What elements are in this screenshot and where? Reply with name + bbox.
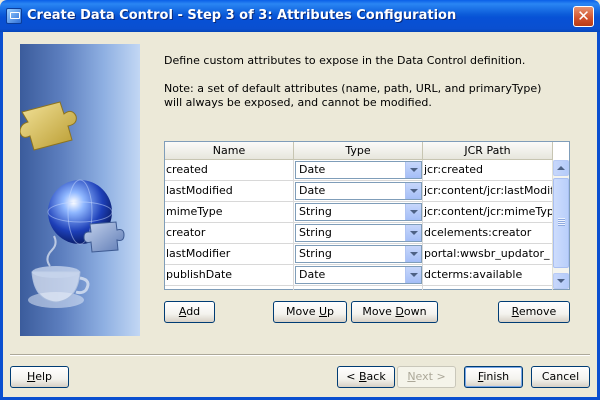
name-cell[interactable]: lastModified <box>165 181 294 202</box>
cancel-button[interactable]: Cancel <box>531 366 590 388</box>
remove-button[interactable]: Remove <box>498 301 570 323</box>
jcr-path-cell[interactable]: portal:wwsbr_updator_ <box>423 244 553 265</box>
chevron-down-icon[interactable] <box>405 204 421 220</box>
note-text-line1: Note: a set of default attributes (name,… <box>164 82 542 95</box>
wizard-side-graphic <box>20 44 140 336</box>
back-label-pre: < <box>346 370 359 383</box>
footer-separator <box>10 354 590 356</box>
jcr-path-cell[interactable]: jcr:content/jcr:mimeType <box>423 202 553 223</box>
grip-icon <box>558 218 565 226</box>
attributes-table[interactable]: Name Type JCR Path created Date jcr:crea… <box>164 141 570 290</box>
column-header-jcr-path[interactable]: JCR Path <box>423 142 553 160</box>
type-dropdown[interactable]: String <box>295 245 422 263</box>
remove-mnemonic: R <box>511 305 519 318</box>
jcr-path-cell[interactable]: jcr:created <box>423 160 553 181</box>
column-header-type[interactable]: Type <box>294 142 423 160</box>
type-value: String <box>299 247 332 260</box>
scroll-down-button[interactable] <box>553 273 569 289</box>
type-dropdown[interactable]: Date <box>295 266 422 284</box>
type-cell[interactable]: String <box>294 202 423 223</box>
type-cell[interactable]: String <box>294 223 423 244</box>
move-down-label-pre: Move <box>362 305 396 318</box>
type-value: String <box>299 226 332 239</box>
remove-label: emove <box>518 305 557 318</box>
type-value: Date <box>299 163 326 176</box>
chevron-down-icon[interactable] <box>405 246 421 262</box>
name-cell[interactable]: mimeType <box>165 202 294 223</box>
table-row-partial <box>165 286 553 290</box>
vertical-scrollbar[interactable] <box>552 160 569 289</box>
help-label: elp <box>35 370 53 383</box>
description-text: Define custom attributes to expose in th… <box>164 54 526 67</box>
back-label: ack <box>366 370 386 383</box>
type-value: Date <box>299 268 326 281</box>
type-cell[interactable]: Date <box>294 160 423 181</box>
name-cell[interactable]: lastModifier <box>165 244 294 265</box>
jcr-path-cell[interactable]: dcterms:available <box>423 265 553 286</box>
move-down-mnemonic: D <box>395 305 404 318</box>
type-cell <box>294 286 423 290</box>
type-cell[interactable]: Date <box>294 265 423 286</box>
window-frame-left <box>0 32 3 400</box>
scroll-up-button[interactable] <box>553 160 569 176</box>
back-mnemonic: B <box>359 370 367 383</box>
chevron-down-icon[interactable] <box>405 225 421 241</box>
table-row[interactable]: publishDate Date dcterms:available <box>165 265 553 286</box>
scroll-thumb[interactable] <box>553 178 569 268</box>
note-text-line2: will always be exposed, and cannot be mo… <box>164 96 432 109</box>
jcr-path-cell[interactable]: dcelements:creator <box>423 223 553 244</box>
jcr-path-cell[interactable]: jcr:content/jcr:lastModified <box>423 181 553 202</box>
title-bar[interactable]: Create Data Control - Step 3 of 3: Attri… <box>0 0 600 32</box>
table-body: created Date jcr:created lastModified Da… <box>165 160 553 290</box>
chevron-down-icon[interactable] <box>405 183 421 199</box>
table-row[interactable]: mimeType String jcr:content/jcr:mimeType <box>165 202 553 223</box>
move-up-mnemonic: U <box>318 305 328 318</box>
chevron-down-icon[interactable] <box>405 267 421 283</box>
finish-button[interactable]: Finish <box>464 366 523 388</box>
type-dropdown[interactable]: String <box>295 203 422 221</box>
back-button[interactable]: < Back <box>337 366 395 388</box>
help-button[interactable]: Help <box>10 366 69 388</box>
next-button[interactable]: Next > <box>397 366 456 388</box>
name-cell <box>165 286 294 290</box>
table-row[interactable]: lastModified Date jcr:content/jcr:lastMo… <box>165 181 553 202</box>
help-mnemonic: H <box>26 370 36 383</box>
type-dropdown[interactable]: Date <box>295 161 422 179</box>
table-row[interactable]: created Date jcr:created <box>165 160 553 181</box>
chevron-down-icon[interactable] <box>405 162 421 178</box>
type-value: String <box>299 205 332 218</box>
type-dropdown[interactable]: Date <box>295 182 422 200</box>
next-mnemonic: N <box>407 370 416 383</box>
close-icon: ✕ <box>577 7 590 25</box>
close-button[interactable]: ✕ <box>573 6 594 27</box>
move-down-button[interactable]: Move Down <box>351 301 438 323</box>
move-up-button[interactable]: Move Up <box>273 301 347 323</box>
add-button[interactable]: Add <box>164 301 215 323</box>
name-cell[interactable]: created <box>165 160 294 181</box>
name-cell[interactable]: publishDate <box>165 265 294 286</box>
move-up-label-pre: Move <box>285 305 319 318</box>
cancel-label: Cancel <box>541 370 580 383</box>
table-row[interactable]: lastModifier String portal:wwsbr_updator… <box>165 244 553 265</box>
finish-label: inish <box>483 370 510 383</box>
move-up-label: p <box>327 305 335 318</box>
type-cell[interactable]: Date <box>294 181 423 202</box>
window-title: Create Data Control - Step 3 of 3: Attri… <box>27 8 457 23</box>
type-cell[interactable]: String <box>294 244 423 265</box>
add-button-label: dd <box>186 305 201 318</box>
move-down-label: own <box>403 305 427 318</box>
column-header-name[interactable]: Name <box>165 142 294 160</box>
next-label: ext > <box>415 370 446 383</box>
type-dropdown[interactable]: String <box>295 224 422 242</box>
table-row[interactable]: creator String dcelements:creator <box>165 223 553 244</box>
table-header: Name Type JCR Path <box>165 142 553 160</box>
type-value: Date <box>299 184 326 197</box>
wizard-graphic-icon <box>20 101 125 308</box>
jcr-path-cell <box>423 286 553 290</box>
name-cell[interactable]: creator <box>165 223 294 244</box>
window-icon <box>6 8 22 24</box>
